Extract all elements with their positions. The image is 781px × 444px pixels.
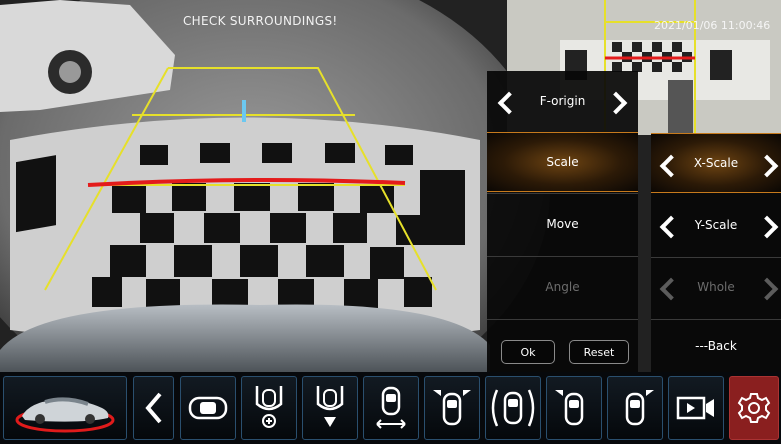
back-button[interactable]: ---Back: [651, 319, 781, 373]
chevron-right-icon[interactable]: [755, 154, 779, 178]
ok-button[interactable]: Ok: [501, 340, 555, 364]
chevron-left-icon[interactable]: [497, 91, 521, 115]
down-view-icon: [316, 386, 344, 427]
car-model-button[interactable]: [3, 376, 127, 440]
front-left-view-button[interactable]: [546, 376, 602, 440]
chevron-left-icon[interactable]: [659, 215, 683, 239]
menu-item-label: F-origin: [539, 94, 586, 108]
front-corners-view-icon: [433, 390, 471, 426]
submenu-item-label: X-Scale: [693, 156, 739, 170]
back-arrow-icon: [144, 392, 162, 424]
side-view-icon: [376, 386, 406, 429]
panorama-view-button[interactable]: [485, 376, 541, 440]
calibration-menu: F-origin Scale Move Angle Ok Reset: [487, 71, 638, 373]
divider: [487, 319, 638, 320]
chevron-left-icon[interactable]: [659, 154, 683, 178]
front-corners-view-button[interactable]: [424, 376, 480, 440]
menu-item-move[interactable]: Move: [487, 194, 638, 254]
side-view-button[interactable]: [363, 376, 419, 440]
record-camera-icon: [676, 396, 714, 420]
front-right-view-icon: [625, 390, 654, 426]
settings-gear-icon: [737, 393, 771, 423]
menu-item-label: Move: [546, 217, 579, 231]
down-view-button[interactable]: [302, 376, 358, 440]
back-arrow-button[interactable]: [133, 376, 174, 440]
submenu-item-whole: Whole: [651, 257, 781, 317]
front-left-view-icon: [555, 390, 584, 426]
car-model-icon: [15, 397, 115, 433]
chevron-right-icon[interactable]: [604, 91, 628, 115]
chevron-right-icon: [755, 277, 779, 301]
menu-item-scale[interactable]: Scale: [487, 132, 638, 192]
top-view-car-icon: [188, 396, 228, 420]
zoom-view-button[interactable]: [241, 376, 297, 440]
submenu-item-label: Whole: [697, 280, 735, 294]
menu-item-label: Angle: [545, 280, 580, 294]
menu-item-f-origin[interactable]: F-origin: [487, 71, 638, 131]
warning-banner: CHECK SURROUNDINGS!: [183, 14, 338, 28]
chevron-left-icon: [659, 277, 683, 301]
chevron-right-icon[interactable]: [755, 215, 779, 239]
timestamp: 2021/01/06 11:00:46: [654, 19, 771, 32]
panorama-view-icon: [491, 389, 535, 427]
reset-button[interactable]: Reset: [569, 340, 629, 364]
zoom-in-view-icon: [255, 386, 283, 428]
submenu-item-y-scale[interactable]: Y-Scale: [651, 195, 781, 255]
record-button[interactable]: [668, 376, 724, 440]
scale-submenu: X-Scale Y-Scale Whole ---Back: [651, 133, 781, 373]
submenu-item-label: Y-Scale: [694, 218, 738, 232]
top-view-button[interactable]: [180, 376, 236, 440]
settings-button[interactable]: [729, 376, 779, 440]
front-right-view-button[interactable]: [607, 376, 663, 440]
menu-item-label: Scale: [546, 155, 579, 169]
submenu-item-x-scale[interactable]: X-Scale: [651, 133, 781, 193]
menu-item-angle: Angle: [487, 257, 638, 317]
back-label: ---Back: [695, 339, 737, 353]
